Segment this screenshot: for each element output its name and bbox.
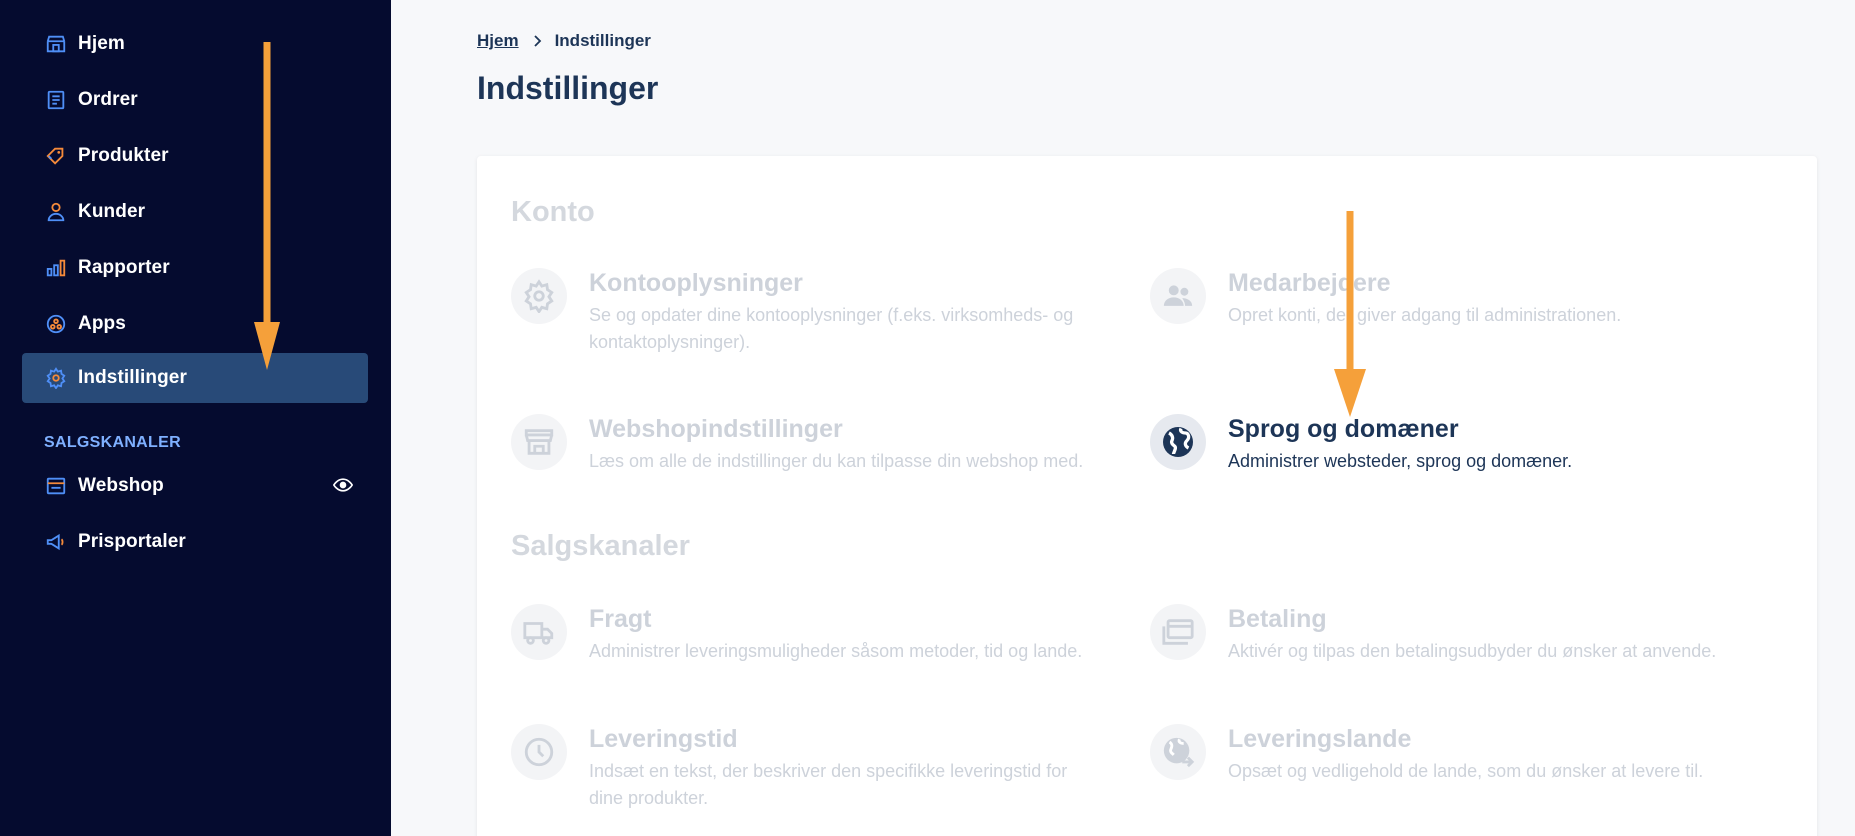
sidebar-item-label: Indstillinger [78, 367, 187, 388]
setting-title: Kontooplysninger [589, 269, 803, 297]
setting-desc: Læs om alle de indstillinger du kan tilp… [589, 451, 1084, 471]
setting-medarbejdere[interactable]: Medarbejdere Opret konti, der giver adga… [1150, 268, 1770, 329]
sidebar-item-produkter[interactable]: Produkter [22, 131, 368, 181]
gear-icon [511, 268, 567, 324]
settings-card: Konto Kontooplysninger Se og opdater din… [477, 156, 1817, 836]
clock-icon [511, 724, 567, 780]
setting-desc: Aktivér og tilpas den betalingsudbyder d… [1228, 641, 1717, 661]
sidebar-item-label: Kunder [78, 201, 146, 222]
store-icon [44, 32, 68, 56]
setting-desc: Opsæt og vedligehold de lande, som du øn… [1228, 761, 1704, 781]
setting-desc: Indsæt en tekst, der beskriver den speci… [589, 761, 1068, 808]
breadcrumb-home-link[interactable]: Hjem [477, 31, 519, 51]
group-title-salgskanaler: Salgskanaler [511, 530, 690, 562]
sidebar-item-indstillinger[interactable]: Indstillinger [22, 353, 368, 403]
truck-icon [511, 604, 567, 660]
setting-title: Sprog og domæner [1228, 415, 1459, 443]
storefront-icon [511, 414, 567, 470]
sidebar-item-ordrer[interactable]: Ordrer [22, 75, 368, 125]
tag-icon [44, 144, 68, 168]
setting-leveringstid[interactable]: Leveringstid Indsæt en tekst, der beskri… [511, 724, 1131, 812]
sidebar-item-apps[interactable]: Apps [22, 299, 368, 349]
setting-sprog-og-domaener[interactable]: Sprog og domæner Administrer websteder, … [1150, 414, 1770, 475]
setting-fragt[interactable]: Fragt Administrer leveringsmuligheder så… [511, 604, 1131, 665]
users-icon [1150, 268, 1206, 324]
setting-desc: Opret konti, der giver adgang til admini… [1228, 305, 1622, 325]
page-title: Indstillinger [477, 70, 659, 106]
sidebar-item-kunder[interactable]: Kunder [22, 187, 368, 237]
sidebar-item-label: Webshop [78, 475, 164, 496]
setting-title: Medarbejdere [1228, 269, 1391, 297]
setting-desc: Administrer leveringsmuligheder såsom me… [589, 641, 1083, 661]
sidebar-item-label: Prisportaler [78, 531, 186, 552]
globe-icon [1150, 414, 1206, 470]
browser-icon [44, 474, 68, 498]
megaphone-icon [44, 530, 68, 554]
setting-desc: Administrer websteder, sprog og domæner. [1228, 451, 1573, 471]
sidebar: Hjem Ordrer Produkter Kunder Rapporter A… [0, 0, 391, 836]
gear-icon [44, 366, 68, 390]
sidebar-item-hjem[interactable]: Hjem [22, 19, 368, 69]
sidebar-item-label: Ordrer [78, 89, 138, 110]
sidebar-item-prisportaler[interactable]: Prisportaler [22, 517, 368, 567]
setting-kontooplysninger[interactable]: Kontooplysninger Se og opdater dine kont… [511, 268, 1131, 356]
annotation-arrow [1334, 211, 1366, 417]
setting-betaling[interactable]: Betaling Aktivér og tilpas den betalings… [1150, 604, 1770, 665]
setting-desc: Se og opdater dine kontooplysninger (f.e… [589, 305, 1074, 352]
setting-title: Leveringstid [589, 725, 738, 753]
sidebar-item-label: Apps [78, 313, 126, 334]
orders-icon [44, 88, 68, 112]
setting-title: Betaling [1228, 605, 1327, 633]
globe-arrow-icon [1150, 724, 1206, 780]
sidebar-item-label: Rapporter [78, 257, 170, 278]
chevron-right-icon [532, 35, 542, 47]
section-label-salgskanaler: SALGSKANALER [44, 434, 181, 451]
person-icon [44, 200, 68, 224]
sidebar-item-rapporter[interactable]: Rapporter [22, 243, 368, 293]
apps-icon [44, 312, 68, 336]
breadcrumb: Hjem Indstillinger [477, 31, 651, 51]
bar-chart-icon [44, 256, 68, 280]
card-icon [1150, 604, 1206, 660]
sidebar-item-label: Hjem [78, 33, 125, 54]
setting-webshopindstillinger[interactable]: Webshopindstillinger Læs om alle de inds… [511, 414, 1131, 475]
group-title-konto: Konto [511, 196, 595, 228]
setting-title: Fragt [589, 605, 652, 633]
sidebar-item-label: Produkter [78, 145, 169, 166]
setting-leveringslande[interactable]: Leveringslande Opsæt og vedligehold de l… [1150, 724, 1770, 785]
setting-title: Leveringslande [1228, 725, 1412, 753]
setting-title: Webshopindstillinger [589, 415, 843, 443]
eye-icon[interactable] [332, 474, 354, 496]
breadcrumb-current: Indstillinger [554, 31, 651, 50]
annotation-arrow [254, 42, 280, 370]
sidebar-item-webshop[interactable]: Webshop [22, 461, 368, 511]
